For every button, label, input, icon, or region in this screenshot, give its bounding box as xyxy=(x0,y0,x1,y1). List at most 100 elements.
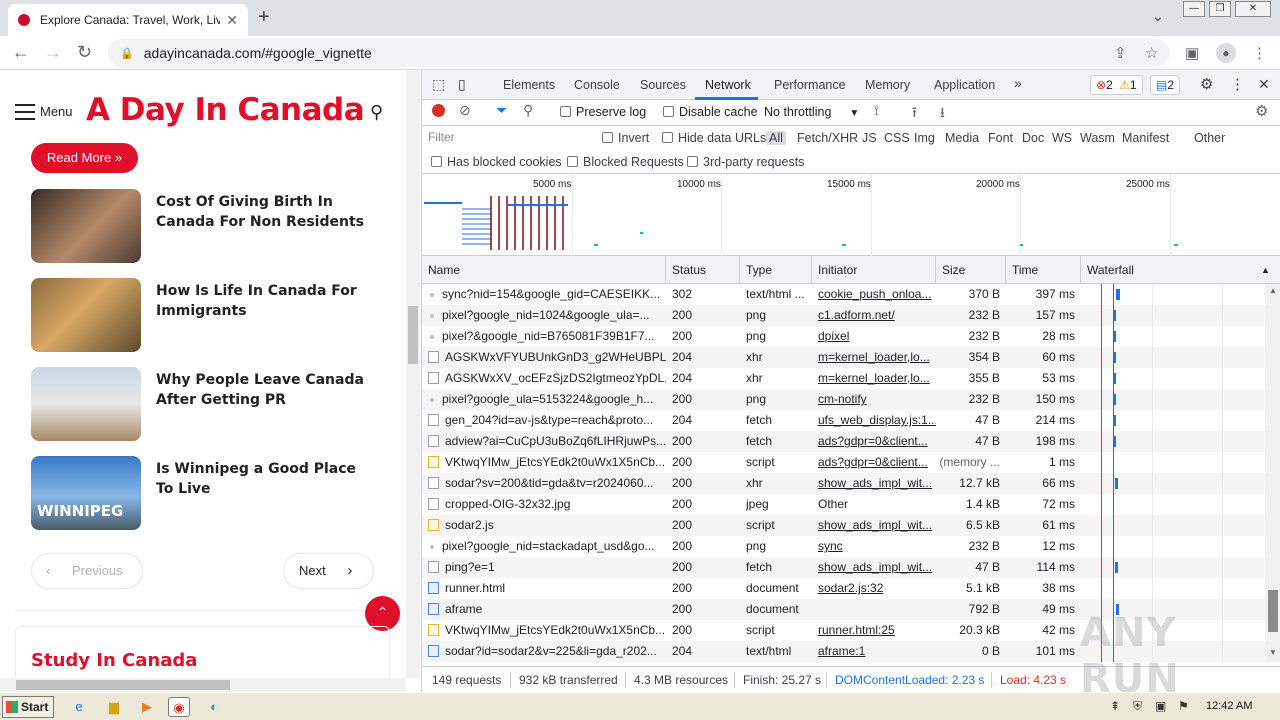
record-button[interactable] xyxy=(432,104,445,117)
post-thumbnail[interactable] xyxy=(31,189,141,263)
request-name[interactable]: sodar2.js xyxy=(422,515,666,536)
scrollbar-thumb[interactable] xyxy=(408,306,418,364)
next-page-button[interactable]: Next › xyxy=(283,553,374,589)
browser-menu-icon[interactable]: ⋮ xyxy=(1252,44,1267,62)
network-overview-timeline[interactable]: 5000 ms 10000 ms 15000 ms 20000 ms 25000… xyxy=(422,174,1280,256)
device-toolbar-icon[interactable]: ▯ xyxy=(458,76,466,93)
request-initiator[interactable]: show_ads_impl_wit... xyxy=(812,515,936,536)
search-icon[interactable]: ⚲ xyxy=(370,102,383,123)
post-card[interactable]: Cost Of Giving Birth In Canada For Non R… xyxy=(31,189,391,265)
inspect-element-icon[interactable]: ⬚ xyxy=(432,76,445,93)
request-row[interactable]: pixel?google_nid=1024&google_ula=... 200 p… xyxy=(422,305,1265,326)
request-name[interactable]: pixel?&google_nid=B765081F39B1F7... xyxy=(422,326,666,347)
tab-search-chevron-icon[interactable]: ⌄ xyxy=(1152,8,1164,25)
import-har-icon[interactable]: ⭱ xyxy=(912,102,917,126)
requests-scrollbar[interactable]: ▲ ▼ xyxy=(1265,284,1280,662)
request-row[interactable]: runner.html 200 document sodar2.js:32 5.1 kB… xyxy=(422,578,1265,599)
request-initiator[interactable]: show_ads_impl_wit... xyxy=(812,557,936,578)
hamburger-menu-icon[interactable] xyxy=(15,104,35,125)
post-title[interactable]: Is Winnipeg a Good Place To Live xyxy=(156,459,376,499)
request-name[interactable]: sodar?sv=200&tid=gda&tv=r2024060... xyxy=(422,473,666,494)
tab-sources[interactable]: Sources xyxy=(640,78,686,92)
tab-performance[interactable]: Performance xyxy=(774,78,846,92)
request-initiator[interactable]: ads?gdpr=0&client... xyxy=(812,431,936,452)
request-row[interactable]: gen_204?id=av-js&type=reach&proto... 204 f… xyxy=(422,410,1265,431)
share-icon[interactable]: ⇪ xyxy=(1114,44,1127,62)
close-devtools-icon[interactable]: ✕ xyxy=(1258,76,1270,93)
request-initiator[interactable]: ads?gdpr=0&client... xyxy=(812,452,936,473)
post-card[interactable]: Why People Leave Canada After Getting PR xyxy=(31,367,391,443)
post-thumbnail[interactable]: WINNIPEG xyxy=(31,456,141,530)
read-more-button[interactable]: Read More » xyxy=(31,143,138,173)
request-name[interactable]: AGSKWxXV_ocEFzSjzDS2IgtmeozYpDL... xyxy=(422,368,666,389)
filter-type-all[interactable]: All xyxy=(766,131,786,145)
filter-icon[interactable]: ⏷ xyxy=(496,102,507,119)
request-name[interactable]: gen_204?id=av-js&type=reach&proto... xyxy=(422,410,666,431)
issues-badge[interactable]: ⊗2 ⚠1 xyxy=(1090,75,1143,95)
minimize-button[interactable]: — xyxy=(1183,1,1205,17)
request-initiator[interactable]: cm-notify xyxy=(812,389,936,410)
request-name[interactable]: VKtwqYIMw_jEtcsYEdk2t0uWx1X5nCb... xyxy=(422,620,666,641)
request-name[interactable]: VKtwqYIMw_jEtcsYEdk2t0uWx1X5nCb... xyxy=(422,452,666,473)
request-initiator[interactable]: c1.adform.net/ xyxy=(812,305,936,326)
request-row[interactable]: sync?nid=154&google_gid=CAESEIKK... 302 te… xyxy=(422,284,1265,305)
request-row[interactable]: cropped-OIG-32x32.jpg 200 jpeg Other 1.4 kB 7… xyxy=(422,494,1265,515)
request-name[interactable]: sodar?id=sodar2&v=225&li=gda_r202... xyxy=(422,641,666,662)
folder-icon[interactable]: ▆ xyxy=(103,697,125,717)
messages-badge[interactable]: ▤2 xyxy=(1150,75,1181,95)
site-title[interactable]: A Day In Canada xyxy=(86,92,365,128)
request-row[interactable]: sodar?sv=200&tid=gda&tv=r2024060... 200 xh… xyxy=(422,473,1265,494)
request-row[interactable]: pixel?google_nid=stackadapt_usd&go... 200… xyxy=(422,536,1265,557)
filter-type-js[interactable]: JS xyxy=(862,131,877,145)
profile-avatar-icon[interactable]: ● xyxy=(1216,43,1236,63)
post-thumbnail[interactable] xyxy=(31,278,141,352)
close-tab-icon[interactable]: ✕ xyxy=(226,12,238,29)
column-time[interactable]: Time xyxy=(1006,256,1081,284)
side-panel-icon[interactable]: ▣ xyxy=(1185,44,1199,62)
reload-icon[interactable]: ↻ xyxy=(77,42,92,63)
request-initiator[interactable]: m=kernel_loader,lo... xyxy=(812,368,936,389)
filter-type-ws[interactable]: WS xyxy=(1052,131,1072,145)
request-initiator[interactable]: runner.html:25 xyxy=(812,620,936,641)
request-name[interactable]: AGSKWxVFYUBUnkGnD3_g2WHeUBPL... xyxy=(422,347,666,368)
request-initiator[interactable]: sync xyxy=(812,536,936,557)
filter-type-img[interactable]: Img xyxy=(914,131,935,145)
chrome-icon[interactable]: ◉ xyxy=(168,697,190,717)
close-window-button[interactable]: ✕ xyxy=(1235,1,1271,17)
tray-expand-icon[interactable]: ⇞ xyxy=(1110,699,1120,713)
tab-application[interactable]: Application xyxy=(934,78,995,92)
new-tab-button[interactable]: + xyxy=(258,6,270,29)
browser-tab[interactable]: Explore Canada: Travel, Work, Live, ✕ xyxy=(8,4,248,36)
back-arrow-icon[interactable]: ← xyxy=(12,42,30,63)
forward-arrow-icon[interactable]: → xyxy=(44,42,62,63)
filter-type-wasm[interactable]: Wasm xyxy=(1080,131,1115,145)
request-name[interactable]: adview?ai=CuCpU3uBoZq6fLIHRjuwPs... xyxy=(422,431,666,452)
export-har-icon[interactable]: ⭳ xyxy=(940,102,945,126)
address-bar[interactable]: 🔒 adayincanada.com/#google_vignette xyxy=(108,39,1170,67)
request-initiator[interactable] xyxy=(812,599,936,620)
network-tray-icon[interactable]: ▣ xyxy=(1155,699,1166,713)
request-initiator[interactable]: sodar2.js:32 xyxy=(812,578,936,599)
filter-type-fetch-xhr[interactable]: Fetch/XHR xyxy=(797,131,858,145)
preserve-log-checkbox[interactable]: Preserve log xyxy=(560,105,646,119)
tab-console[interactable]: Console xyxy=(574,78,620,92)
post-title[interactable]: Why People Leave Canada After Getting PR xyxy=(156,370,376,410)
tab-memory[interactable]: Memory xyxy=(865,78,910,92)
request-row[interactable]: AGSKWxXV_ocEFzSjzDS2IgtmeozYpDL... 204 xhr… xyxy=(422,368,1265,389)
tab-network[interactable]: Network xyxy=(705,78,751,92)
column-size[interactable]: Size xyxy=(936,256,1006,284)
settings-gear-icon[interactable]: ⚙ xyxy=(1200,75,1213,93)
request-initiator[interactable]: show_ads_impl_wit... xyxy=(812,473,936,494)
start-button[interactable]: Start xyxy=(2,696,54,718)
maximize-button[interactable]: ❐ xyxy=(1209,1,1231,17)
request-row[interactable]: VKtwqYIMw_jEtcsYEdk2t0uWx1X5nCb... 200 scr… xyxy=(422,452,1265,473)
menu-label[interactable]: Menu xyxy=(40,104,73,119)
request-name[interactable]: pixel?google_ula=5153224&google_h... xyxy=(422,389,666,410)
column-type[interactable]: Type xyxy=(740,256,812,284)
has-blocked-cookies-checkbox[interactable]: Has blocked cookies xyxy=(431,155,562,169)
column-name[interactable]: Name xyxy=(422,256,666,284)
column-waterfall[interactable]: Waterfall ▲ xyxy=(1081,256,1280,284)
column-status[interactable]: Status xyxy=(666,256,740,284)
filter-type-doc[interactable]: Doc xyxy=(1022,131,1044,145)
flag-tray-icon[interactable]: ⚑ xyxy=(1178,699,1189,713)
